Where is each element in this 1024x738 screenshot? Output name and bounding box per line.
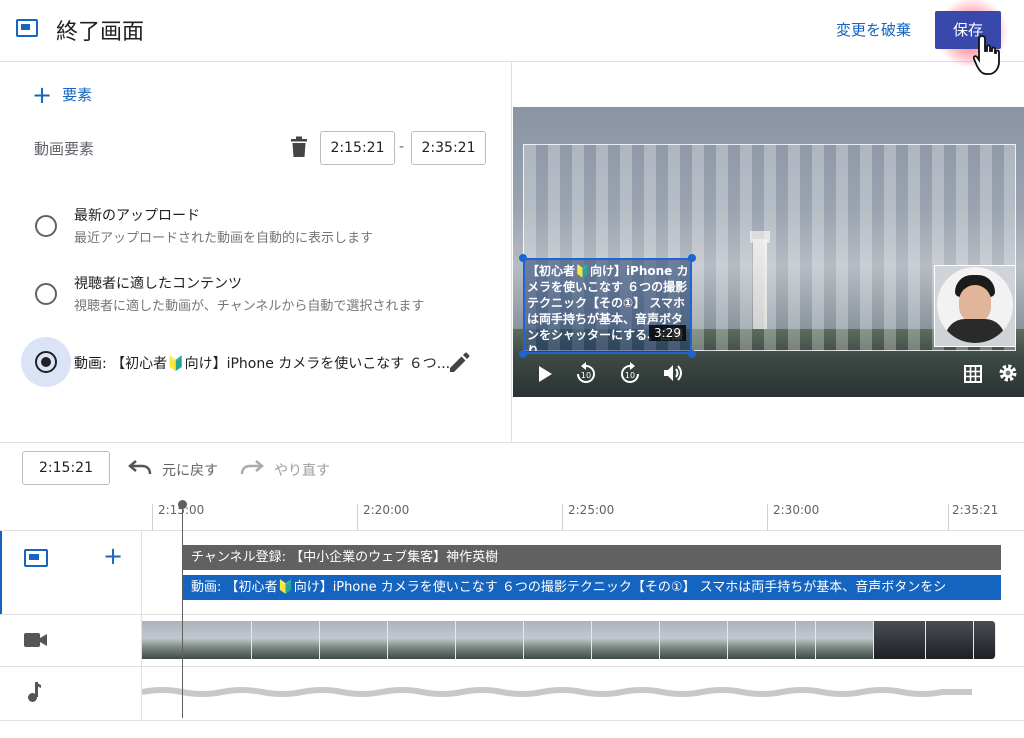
video-element-label: 動画要素 <box>34 140 95 158</box>
play-icon[interactable] <box>537 365 553 383</box>
video-filmstrip[interactable] <box>142 621 1000 659</box>
grid-icon[interactable] <box>964 365 982 383</box>
redo-icon <box>240 460 264 475</box>
pencil-icon[interactable] <box>448 352 470 374</box>
ruler-tick-label: 2:25:00 <box>568 503 615 517</box>
video-preview[interactable]: 【初心者🔰向け】iPhone カメラを使いこなす ６つの撮影テクニック【その①】… <box>513 107 1024 397</box>
option-description-latest-upload: 最近アップロードされた動画を自動的に表示します <box>74 231 374 246</box>
music-note-icon <box>28 682 41 702</box>
end-time-field[interactable]: 2:35:21 <box>411 131 486 165</box>
trash-icon[interactable] <box>290 136 308 158</box>
end-screen-track-icon <box>24 549 48 567</box>
svg-text:10: 10 <box>581 371 591 380</box>
filmstrip-frame <box>252 621 320 659</box>
svg-text:10: 10 <box>625 371 635 380</box>
filmstrip-frame <box>320 621 388 659</box>
option-title-latest-upload: 最新のアップロード <box>74 208 200 224</box>
selected-track-indicator <box>0 531 2 614</box>
settings-icon[interactable] <box>998 363 1018 383</box>
ruler-tick-label: 2:35:21 <box>952 503 999 517</box>
filmstrip-frame <box>926 621 974 659</box>
ruler-tick-label: 2:20:00 <box>363 503 410 517</box>
resize-handle[interactable] <box>688 350 696 358</box>
ruler-tick-label: 2:30:00 <box>773 503 820 517</box>
filmstrip-frame <box>388 621 456 659</box>
playhead-handle[interactable] <box>178 500 187 509</box>
divider <box>0 614 1024 615</box>
discard-changes-button[interactable]: 変更を破棄 <box>836 19 911 40</box>
filmstrip-frame <box>728 621 796 659</box>
add-track-element-button[interactable]: + <box>103 544 123 568</box>
filmstrip-frame <box>874 621 926 659</box>
radio-specific-video[interactable] <box>35 351 57 373</box>
filmstrip-frame <box>974 621 996 659</box>
option-title-best-for-viewer: 視聴者に適したコンテンツ <box>74 276 242 292</box>
ruler-tick <box>562 504 563 530</box>
resize-handle[interactable] <box>688 254 696 262</box>
undo-button[interactable]: 元に戻す <box>162 460 218 480</box>
video-camera-icon <box>24 633 47 647</box>
redo-button: やり直す <box>274 463 330 479</box>
channel-avatar <box>937 267 1013 343</box>
end-screen-editor-panel: + 要素 動画要素 2:15:21 - 2:35:21 最新のアップロード 最近… <box>0 62 512 442</box>
forward-10-icon[interactable]: 10 <box>619 362 641 386</box>
add-element-button[interactable]: + 要素 <box>32 80 93 109</box>
resize-handle[interactable] <box>519 254 527 262</box>
radio-latest-upload[interactable] <box>35 215 57 237</box>
filmstrip-frame <box>524 621 592 659</box>
filmstrip-frame <box>816 621 874 659</box>
plus-icon: + <box>32 80 53 109</box>
add-element-label: 要素 <box>62 86 93 104</box>
audio-waveform <box>142 687 972 697</box>
filmstrip-frame <box>142 621 252 659</box>
filmstrip-frame <box>592 621 660 659</box>
divider <box>0 530 1024 531</box>
video-element-bar[interactable]: 動画: 【初心者🔰向け】iPhone カメラを使いこなす ６つの撮影テクニック【… <box>183 575 1001 600</box>
ruler-tick <box>357 504 358 530</box>
range-separator: - <box>399 139 405 155</box>
filmstrip-frame <box>660 621 728 659</box>
divider <box>0 720 1024 721</box>
divider <box>0 442 1024 443</box>
radio-best-for-viewer[interactable] <box>35 283 57 305</box>
filmstrip-frame <box>796 621 816 659</box>
resize-handle[interactable] <box>519 350 527 358</box>
ruler-tick <box>948 504 949 530</box>
volume-icon[interactable] <box>663 363 685 383</box>
page-title: 終了画面 <box>56 20 145 45</box>
timeline-current-time-field[interactable]: 2:15:21 <box>22 451 110 485</box>
header: 終了画面 変更を破棄 保存 <box>0 0 1024 75</box>
rewind-10-icon[interactable]: 10 <box>575 362 597 386</box>
channel-subscribe-element-bar[interactable]: チャンネル登録: 【中小企業のウェブ集客】神作英樹 <box>183 545 1001 570</box>
option-description-best-for-viewer: 視聴者に適した動画が、チャンネルから自動で選択されます <box>74 299 425 314</box>
end-screen-icon <box>16 19 38 37</box>
option-title-specific-video: 動画: 【初心者🔰向け】iPhone カメラを使いこなす ６つ... <box>74 356 451 372</box>
ruler-tick <box>152 504 153 530</box>
ruler-tick <box>767 504 768 530</box>
start-time-field[interactable]: 2:15:21 <box>320 131 395 165</box>
hand-cursor-icon <box>973 35 1000 75</box>
filmstrip-frame <box>456 621 524 659</box>
video-card-duration: 3:29 <box>649 325 686 341</box>
divider <box>0 666 1024 667</box>
playhead[interactable] <box>182 504 183 718</box>
undo-icon[interactable] <box>128 458 152 476</box>
